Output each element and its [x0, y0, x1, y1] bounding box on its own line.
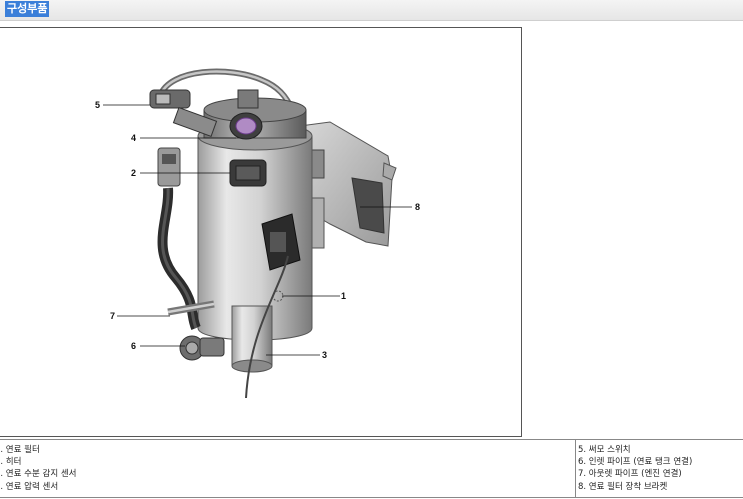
legend-item-5: 5. 써모 스위치: [578, 445, 631, 455]
callout-4: 4: [131, 133, 137, 143]
legend-item-8: 8. 연료 필터 장착 브라켓: [578, 481, 668, 492]
heater-connector: [229, 159, 267, 187]
legend-table: 1. 연료 필터 2. 히터 3. 연료 수분 감지 센서 4. 연료 압력 센…: [0, 439, 743, 498]
legend-item-7: 7. 아웃렛 파이프 (엔진 연결): [578, 469, 682, 480]
fuel-filter-illustration: [103, 68, 412, 399]
legend-item-3: 3. 연료 수분 감지 센서: [0, 469, 77, 480]
callout-2: 2: [131, 168, 137, 178]
legend-item-2: 2. 히터: [0, 457, 22, 468]
callout-5: 5: [95, 100, 101, 110]
legend-column-left: 1. 연료 필터 2. 히터 3. 연료 수분 감지 센서 4. 연료 압력 센…: [0, 440, 575, 497]
legend-item-1: 1. 연료 필터: [0, 445, 40, 455]
legend-item-6: 6. 인렛 파이프 (연료 탱크 연결): [578, 457, 693, 468]
callout-6: 6: [131, 341, 137, 351]
inlet-connector-upper: [157, 147, 181, 187]
header-bar: 구성부품: [0, 0, 743, 21]
legend-item-4: 4. 연료 압력 센서: [0, 481, 59, 492]
component-figure: 5 4 2 7 6 1 3 8: [0, 27, 522, 437]
legend-column-right: 5. 써모 스위치 6. 인렛 파이프 (연료 탱크 연결) 7. 아웃렛 파이…: [575, 440, 743, 497]
section-title: 구성부품: [5, 1, 50, 17]
inlet-connector-lower: [179, 335, 225, 361]
callout-3: 3: [322, 350, 328, 360]
callout-8: 8: [415, 202, 421, 212]
callout-7: 7: [110, 311, 116, 321]
callout-1: 1: [341, 291, 347, 301]
